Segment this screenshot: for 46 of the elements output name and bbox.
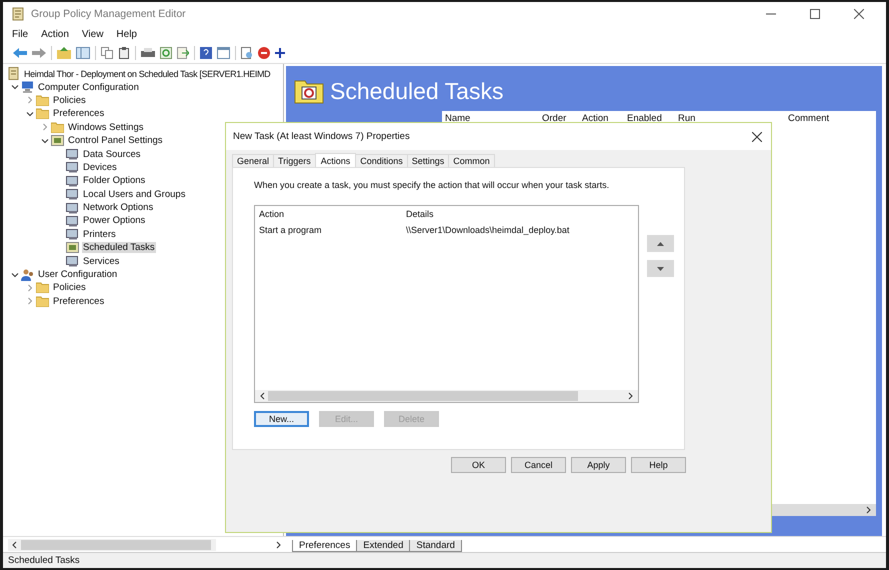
dialog-button[interactable]: Cancel — [511, 457, 566, 473]
column-header[interactable]: Comment — [788, 113, 868, 124]
description-text: When you create a task, you must specify the action that will occur when your task starts. — [254, 180, 610, 190]
menu-item[interactable]: View — [82, 28, 104, 40]
dialog-button[interactable]: Apply — [571, 457, 626, 473]
column-header[interactable]: Action — [582, 113, 627, 124]
view-tab[interactable]: Standard — [409, 540, 462, 552]
tree-item[interactable]: Network Options — [82, 202, 154, 214]
column-header[interactable]: Order — [542, 113, 582, 124]
table-cell[interactable]: \\Server1\Downloads\heimdal_deploy.bat — [406, 225, 570, 235]
pane-title: Scheduled Tasks — [330, 78, 504, 104]
tree-item[interactable]: Preferences — [52, 296, 106, 307]
tree-item[interactable]: Scheduled Tasks — [82, 242, 156, 254]
tree-item[interactable]: Windows Settings — [67, 122, 145, 133]
tree-item[interactable]: Devices — [82, 162, 118, 173]
column-header[interactable]: Action — [259, 209, 406, 219]
menu-item[interactable]: Action — [41, 28, 69, 40]
view-tab[interactable]: Extended — [356, 540, 410, 552]
tree-item[interactable]: Heimdal Thor - Deployment on Scheduled Task [SERVER1.HEIMD — [23, 68, 272, 79]
tree-item[interactable]: Policies — [52, 282, 87, 294]
dialog-button[interactable]: OK — [451, 457, 506, 473]
table-cell[interactable]: Start a program — [259, 225, 406, 235]
action-button[interactable]: New... — [254, 411, 309, 427]
column-header[interactable]: Details — [406, 209, 434, 219]
column-header[interactable]: Run — [678, 113, 788, 124]
menu-item[interactable]: File — [12, 28, 28, 40]
status-text: Scheduled Tasks — [8, 555, 80, 566]
window-title: Group Policy Management Editor — [31, 8, 187, 20]
column-header[interactable]: Enabled — [627, 113, 678, 124]
tree-item[interactable]: Folder Options — [82, 175, 146, 186]
view-tab[interactable]: Preferences — [292, 540, 358, 552]
tree-item[interactable]: Data Sources — [82, 148, 142, 160]
tree-item[interactable]: Policies — [52, 94, 87, 106]
tree-item[interactable]: Computer Configuration — [37, 82, 140, 93]
tree-item[interactable]: Power Options — [82, 215, 146, 226]
dialog-title: New Task (At least Windows 7) Properties — [233, 131, 410, 142]
tree-item[interactable]: Services — [82, 256, 120, 267]
dialog-button[interactable]: Help — [631, 457, 686, 473]
menu-item[interactable]: Help — [116, 28, 137, 40]
tree-item[interactable]: Control Panel Settings — [67, 135, 164, 146]
tree-item[interactable]: Local Users and Groups — [82, 188, 186, 200]
dialog-tab[interactable]: Actions — [314, 153, 356, 167]
tree-item[interactable]: Printers — [82, 228, 117, 240]
column-header[interactable]: Name — [445, 113, 542, 124]
tree-item[interactable]: Preferences — [52, 108, 106, 120]
tree-item[interactable]: User Configuration — [37, 269, 118, 280]
